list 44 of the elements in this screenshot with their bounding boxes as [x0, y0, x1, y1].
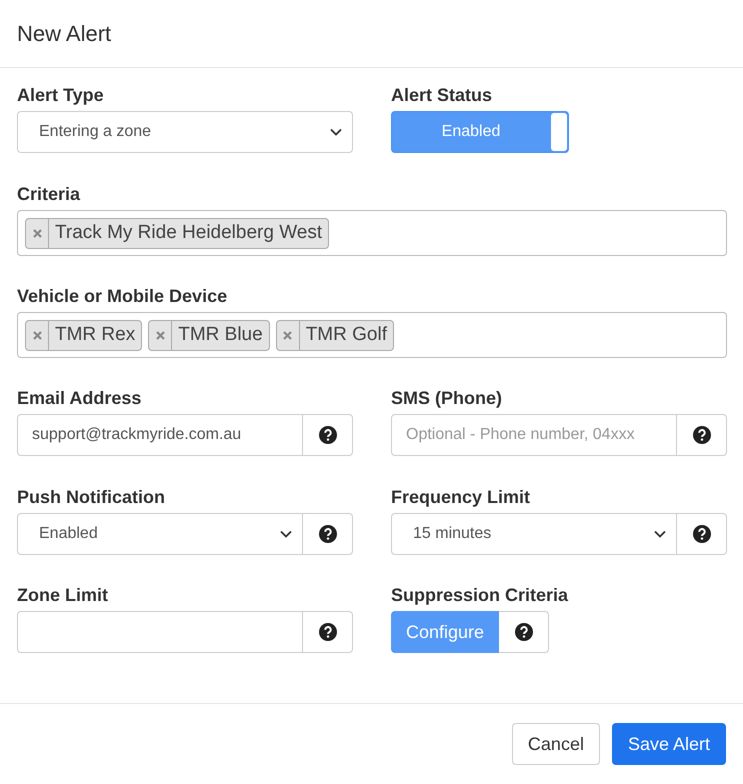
help-icon [318, 623, 336, 641]
field-label: Alert Type [17, 85, 105, 106]
dialog-title: New Alert [17, 20, 112, 46]
select-field[interactable]: 15 minutes [391, 513, 677, 555]
field-label: Email Address [17, 388, 142, 409]
tags-field[interactable]: Track My Ride Heidelberg West [17, 210, 727, 256]
field-label: Criteria [17, 184, 82, 205]
close-icon [32, 330, 42, 340]
help-icon [514, 623, 533, 641]
tag-label: TMR Blue [177, 324, 264, 346]
field-label: SMS (Phone) [391, 388, 503, 409]
input-field[interactable]: Optional - Phone number, 04xxx [391, 414, 677, 456]
help-icon [692, 525, 710, 543]
help-button[interactable] [677, 414, 727, 456]
field-label: Frequency Limit [391, 487, 532, 508]
help-button[interactable] [499, 611, 550, 653]
caret-icon [654, 530, 666, 538]
select-field[interactable]: Enabled [17, 513, 303, 555]
tags-field[interactable]: TMR Rex TMR Blue TMR Golf [17, 312, 727, 358]
help-button[interactable] [303, 414, 353, 456]
help-button[interactable] [303, 611, 353, 653]
field-label: Zone Limit [17, 585, 109, 606]
input-field[interactable] [17, 611, 303, 653]
save-button[interactable]: Save Alert [612, 723, 726, 765]
close-icon [283, 330, 292, 340]
field-label: Push Notification [17, 487, 166, 508]
close-icon [156, 330, 165, 340]
close-icon [32, 228, 42, 238]
field-label: Vehicle or Mobile Device [17, 286, 228, 307]
tag-label: TMR Rex [54, 324, 136, 346]
field-label: Suppression Criteria [391, 585, 570, 606]
field-label: Alert Status [391, 85, 494, 106]
help-button[interactable] [677, 513, 727, 555]
help-icon [318, 426, 336, 444]
help-button[interactable] [303, 513, 353, 555]
tag-label: Track My Ride Heidelberg West [54, 222, 324, 244]
caret-icon [280, 530, 292, 538]
caret-icon [330, 128, 342, 136]
select-field[interactable]: Entering a zone [17, 111, 353, 153]
help-icon [692, 426, 710, 444]
tag-label: TMR Golf [304, 324, 388, 346]
input-field[interactable]: support@trackmyride.com.au [17, 414, 303, 456]
cancel-button[interactable]: Cancel [512, 723, 600, 765]
help-icon [318, 525, 336, 543]
